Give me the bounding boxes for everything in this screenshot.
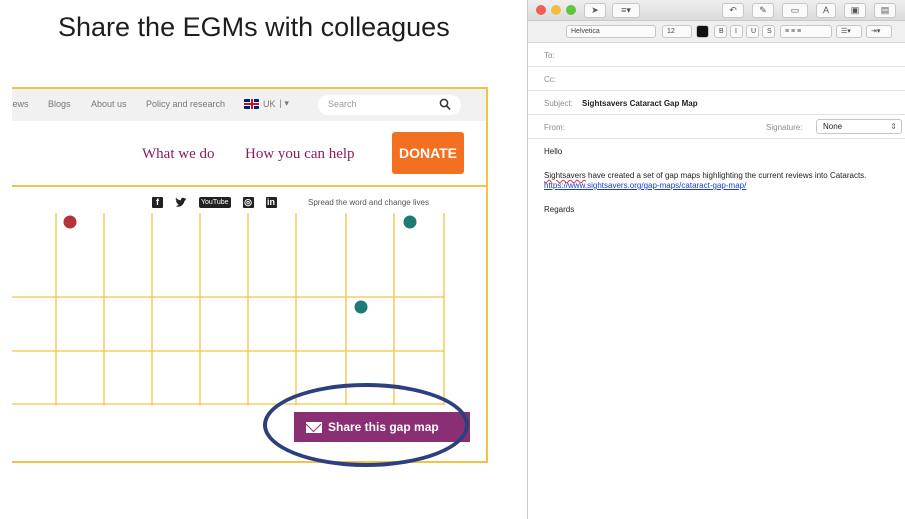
to-label: To: [544, 51, 555, 60]
text-color-swatch[interactable] [696, 25, 709, 38]
mail-toolbar: ➤ ≡▾ ↶ ✎ ▭ A ▣ ▤ [528, 0, 905, 21]
list-select-icon[interactable]: ☰▾ [836, 25, 862, 38]
to-row[interactable]: To: [528, 43, 905, 67]
share-button-label: Share this gap map [328, 420, 439, 434]
signature-label: Signature: [766, 123, 803, 132]
twitter-icon[interactable] [175, 197, 187, 208]
facebook-icon[interactable]: f [152, 197, 163, 208]
undo-icon[interactable]: ↶ [722, 3, 744, 18]
from-label: From: [544, 123, 565, 132]
region-selector[interactable]: UK | ▾ [244, 98, 289, 109]
gap-map-dot-teal[interactable] [403, 215, 417, 229]
zoom-window-icon[interactable] [566, 5, 576, 15]
nav-what-we-do[interactable]: What we do [142, 146, 214, 163]
social-links: f YouTube ◎ in [152, 197, 277, 208]
close-window-icon[interactable] [536, 5, 546, 15]
instagram-icon[interactable]: ◎ [242, 197, 254, 208]
attach-icon[interactable]: ✎ [752, 3, 774, 18]
body-spellcheck-word: Sightsavers [544, 171, 586, 180]
slide-title: Share the EGMs with colleagues [58, 12, 450, 42]
search-placeholder: Search [328, 99, 357, 109]
donate-button[interactable]: DONATE [392, 132, 464, 174]
italic-button[interactable]: I [730, 25, 743, 38]
send-icon[interactable]: ➤ [584, 3, 606, 18]
font-size-select[interactable]: 12 [662, 25, 692, 38]
body-paragraph: Sightsavers have created a set of gap ma… [544, 171, 889, 191]
align-buttons-icon[interactable]: ≡ ≡ ≡ [780, 25, 832, 38]
header-fields-icon[interactable]: ≡▾ [612, 3, 640, 18]
nav-policy[interactable]: Policy and research [146, 99, 225, 109]
subject-row[interactable]: Subject: Sightsavers Cataract Gap Map [528, 91, 905, 115]
youtube-icon[interactable]: YouTube [199, 197, 231, 208]
body-greeting: Hello [544, 147, 563, 156]
body-closing: Regards [544, 205, 575, 214]
region-caret: | ▾ [279, 98, 289, 108]
from-row: From: Signature: None ⇕ [528, 115, 905, 139]
region-label: UK [263, 98, 276, 109]
uk-flag-icon [244, 98, 259, 109]
search-box[interactable]: Search [318, 95, 461, 115]
select-arrows-icon: ⇕ [890, 122, 897, 131]
body-text: have created a set of gap maps highlight… [585, 171, 867, 180]
share-gap-map-button[interactable]: Share this gap map [294, 412, 470, 442]
envelope-icon [306, 421, 322, 433]
signature-select[interactable]: None ⇕ [816, 119, 902, 134]
gap-map-grid [12, 213, 445, 405]
cc-label: Cc: [544, 75, 556, 84]
subject-label: Subject: [544, 99, 573, 108]
gap-map-dot-teal[interactable] [354, 300, 368, 314]
nav-about[interactable]: About us [91, 99, 127, 109]
nav-how-you-can-help[interactable]: How you can help [245, 146, 355, 163]
format-text-button[interactable]: A [816, 3, 836, 18]
gap-map-dot-red[interactable] [63, 215, 77, 229]
search-icon[interactable] [439, 98, 451, 111]
main-nav: What we do How you can help DONATE [12, 121, 486, 187]
subject-field[interactable]: Sightsavers Cataract Gap Map [582, 99, 698, 108]
font-family-select[interactable]: Helvetica [566, 25, 656, 38]
underline-button[interactable]: U [746, 25, 759, 38]
indent-select-icon[interactable]: ⇥▾ [866, 25, 892, 38]
linkedin-icon[interactable]: in [265, 197, 277, 208]
minimize-window-icon[interactable] [551, 5, 561, 15]
social-tagline: Spread the word and change lives [308, 198, 429, 207]
website-screenshot: News Blogs About us Policy and research … [12, 87, 488, 463]
top-nav: News Blogs About us Policy and research … [12, 89, 486, 121]
photo-icon[interactable]: ▣ [844, 3, 866, 18]
mail-compose-window: ➤ ≡▾ ↶ ✎ ▭ A ▣ ▤ Helvetica 12 B I U S ≡ … [527, 0, 905, 519]
strikethrough-button[interactable]: S [762, 25, 775, 38]
signature-value: None [823, 122, 843, 131]
grid-lines [12, 213, 445, 405]
mail-body[interactable]: Hello Sightsavers have created a set of … [528, 139, 905, 237]
bold-button[interactable]: B [714, 25, 727, 38]
cc-row[interactable]: Cc: [528, 67, 905, 91]
attachment-toggle-icon[interactable]: ▭ [782, 3, 808, 18]
nav-news[interactable]: News [12, 99, 29, 109]
gap-map-link[interactable]: https://www.sightsavers.org/gap-maps/cat… [544, 181, 746, 190]
markup-icon[interactable]: ▤ [874, 3, 896, 18]
format-bar: Helvetica 12 B I U S ≡ ≡ ≡ ☰▾ ⇥▾ [528, 21, 905, 43]
nav-blogs[interactable]: Blogs [48, 99, 71, 109]
